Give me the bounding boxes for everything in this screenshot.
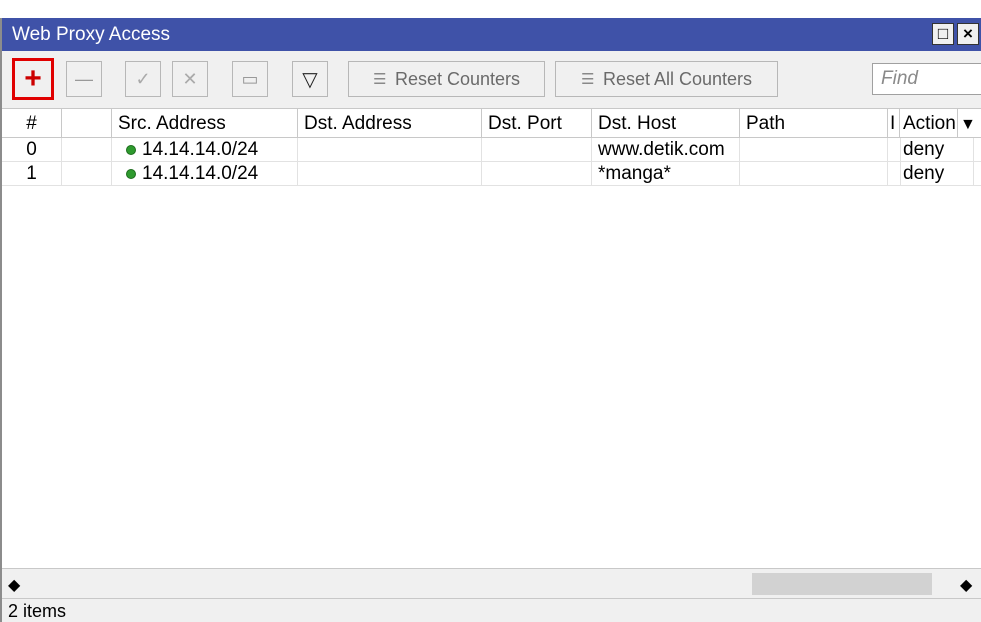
row-flags	[62, 138, 112, 161]
enable-button[interactable]: ✓	[125, 61, 161, 97]
col-flags[interactable]	[62, 109, 112, 137]
row-number: 0	[2, 138, 62, 161]
reset-counters-button[interactable]: ☰ Reset Counters	[348, 61, 545, 97]
reset-counters-label: Reset Counters	[394, 68, 521, 89]
col-src-address[interactable]: Src. Address	[112, 109, 298, 137]
reset-all-counters-label: Reset All Counters	[602, 68, 753, 89]
web-proxy-access-window: Web Proxy Access □ × + — ✓ ✕ ▭ ▽ ☰ Reset…	[0, 18, 981, 622]
comment-button[interactable]: ▭	[232, 61, 268, 97]
dst-port-cell	[482, 138, 592, 161]
close-button[interactable]: ×	[957, 23, 979, 45]
row-number: 1	[2, 162, 62, 185]
col-number[interactable]: #	[2, 109, 62, 137]
status-bar: 2 items	[2, 598, 981, 622]
title-bar[interactable]: Web Proxy Access □ ×	[2, 18, 981, 51]
toolbar: + — ✓ ✕ ▭ ▽ ☰ Reset Counters ☰ Reset All…	[2, 51, 981, 105]
remove-button[interactable]: —	[66, 61, 102, 97]
cross-icon: ✕	[182, 68, 198, 89]
reset-all-counters-button[interactable]: ☰ Reset All Counters	[555, 61, 778, 97]
col-dst-port[interactable]: Dst. Port	[482, 109, 592, 137]
plus-icon: +	[24, 62, 42, 95]
list-icon: ☰	[372, 71, 386, 88]
scrollbar-thumb[interactable]	[752, 573, 932, 595]
row-flags	[62, 162, 112, 185]
dst-address-cell	[298, 162, 482, 185]
action-cell: deny	[900, 162, 974, 185]
table-row[interactable]: 1 14.14.14.0/24 *manga* deny	[2, 162, 981, 186]
chevron-down-icon: ▼	[960, 116, 976, 133]
scroll-right-icon[interactable]: ◆	[960, 575, 972, 595]
src-address-cell: 14.14.14.0/24	[112, 138, 298, 161]
dst-port-cell	[482, 162, 592, 185]
src-address-value: 14.14.14.0/24	[142, 163, 259, 184]
path-cell	[740, 162, 888, 185]
dst-host-cell: www.detik.com	[592, 138, 740, 161]
find-input[interactable]: Find	[872, 63, 981, 95]
action-cell: deny	[900, 138, 974, 161]
note-icon: ▭	[241, 68, 259, 89]
table-header: # Src. Address Dst. Address Dst. Port Ds…	[2, 109, 981, 138]
path-cell	[740, 138, 888, 161]
status-dot-icon	[126, 168, 136, 179]
window-title: Web Proxy Access	[12, 24, 171, 45]
src-address-cell: 14.14.14.0/24	[112, 162, 298, 185]
horizontal-scrollbar[interactable]: ◆ ◆	[2, 568, 981, 599]
restore-button[interactable]: □	[932, 23, 954, 45]
status-dot-icon	[126, 144, 136, 155]
src-address-value: 14.14.14.0/24	[142, 139, 259, 160]
col-i[interactable]: I	[888, 109, 900, 137]
col-dst-host[interactable]: Dst. Host	[592, 109, 740, 137]
col-dst-address[interactable]: Dst. Address	[298, 109, 482, 137]
scroll-left-icon[interactable]: ◆	[8, 575, 20, 595]
add-button[interactable]: +	[12, 58, 54, 100]
check-icon: ✓	[135, 68, 151, 89]
table-row[interactable]: 0 14.14.14.0/24 www.detik.com deny	[2, 138, 981, 162]
col-action[interactable]: Action	[900, 109, 958, 137]
column-chooser-dropdown[interactable]: ▼	[958, 109, 981, 137]
disable-button[interactable]: ✕	[172, 61, 208, 97]
dst-host-cell: *manga*	[592, 162, 740, 185]
funnel-icon: ▽	[302, 68, 318, 91]
minus-icon: —	[75, 68, 93, 89]
dst-address-cell	[298, 138, 482, 161]
col-path[interactable]: Path	[740, 109, 888, 137]
items-count: 2 items	[8, 601, 67, 621]
access-rules-table: # Src. Address Dst. Address Dst. Port Ds…	[2, 108, 981, 569]
list-icon: ☰	[580, 71, 594, 88]
filter-button[interactable]: ▽	[292, 61, 328, 97]
